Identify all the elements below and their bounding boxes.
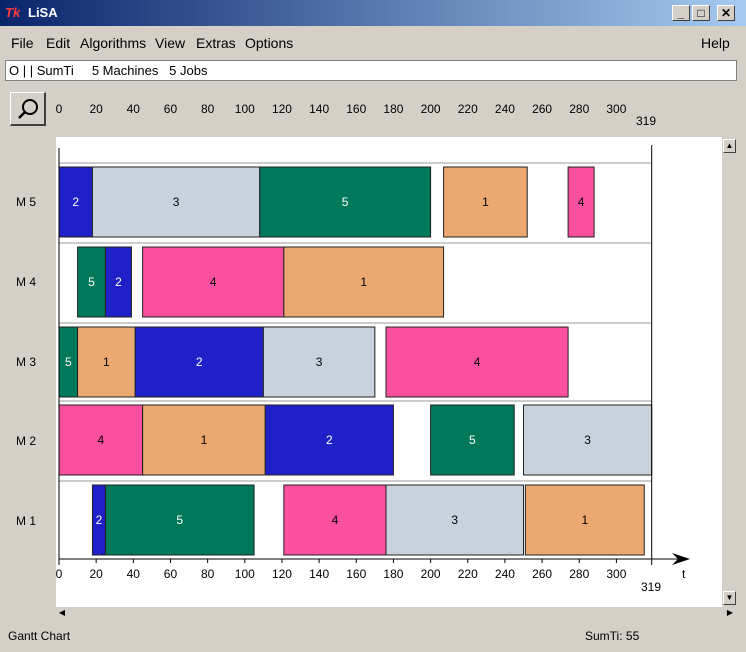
operation-job-label: 1 [201, 433, 208, 447]
bottom-axis-tick-label: 0 [55, 567, 63, 581]
status-objective-value: SumTi: 55 [585, 629, 640, 643]
operation-job-label: 1 [360, 275, 367, 289]
bottom-axis-tick-label: 140 [309, 567, 330, 581]
bottom-axis-tick-label: 260 [532, 567, 553, 581]
scroll-up-icon[interactable]: ▲ [723, 139, 736, 153]
bottom-axis-tick-label: 200 [420, 567, 441, 581]
operation-job-label: 5 [65, 355, 72, 369]
bottom-axis-tick-label: 220 [457, 567, 478, 581]
time-axis-label: t [682, 567, 686, 581]
operation-job-label: 4 [97, 433, 104, 447]
bottom-axis-tick-label: 160 [346, 567, 367, 581]
bottom-axis-tick-label: 80 [200, 567, 215, 581]
scroll-right-icon[interactable]: ▶ [724, 607, 736, 619]
bottom-axis-tick-label: 40 [126, 567, 140, 581]
scroll-left-icon[interactable]: ◀ [56, 607, 68, 619]
bottom-axis-max-label: 319 [641, 580, 662, 594]
gantt-chart: 2 3 5 1 4 5 2 4 1 5 1 2 3 4 4 1 2 5 3 2 5 4 3 1 [58, 145, 690, 565]
operation-job-label: 2 [196, 355, 203, 369]
operation-job-label: 3 [173, 195, 180, 209]
scroll-down-icon[interactable]: ▼ [723, 591, 736, 605]
operation-job-label: 3 [451, 513, 458, 527]
bottom-axis-tick-label: 60 [163, 567, 178, 581]
bottom-axis-tick-label: 240 [494, 567, 515, 581]
operation-job-label: 4 [578, 195, 585, 209]
bottom-axis-tick-label: 120 [271, 567, 292, 581]
status-bar: Gantt Chart SumTi: 55 [0, 625, 746, 652]
bottom-axis-tick-label: 180 [383, 567, 404, 581]
bottom-axis-tick-label: 20 [89, 567, 103, 581]
operation-job-label: 3 [316, 355, 323, 369]
bottom-axis-tick-label: 300 [606, 567, 627, 581]
operation-job-label: 1 [482, 195, 489, 209]
operation-job-label: 4 [210, 275, 217, 289]
operation-job-label: 1 [103, 355, 110, 369]
operation-job-label: 5 [469, 433, 476, 447]
operation-job-label: 2 [72, 195, 79, 209]
vertical-scrollbar[interactable]: ▲ ▼ [722, 137, 738, 607]
operation-job-label: 4 [474, 355, 481, 369]
operation-job-label: 5 [342, 195, 349, 209]
horizontal-scrollbar[interactable]: ◀ ▶ [56, 607, 738, 619]
operation-job-label: 4 [332, 513, 339, 527]
status-view-name: Gantt Chart [8, 629, 71, 643]
operation-job-label: 2 [115, 275, 122, 289]
operation-job-label: 1 [581, 513, 588, 527]
bottom-axis-tick-label: 100 [234, 567, 255, 581]
operation-job-label: 5 [88, 275, 95, 289]
operation-job-label: 2 [326, 433, 333, 447]
operation-job-label: 5 [176, 513, 183, 527]
bottom-axis-tick-label: 280 [569, 567, 590, 581]
operation-job-label: 3 [584, 433, 591, 447]
operation-job-label: 2 [96, 513, 103, 527]
